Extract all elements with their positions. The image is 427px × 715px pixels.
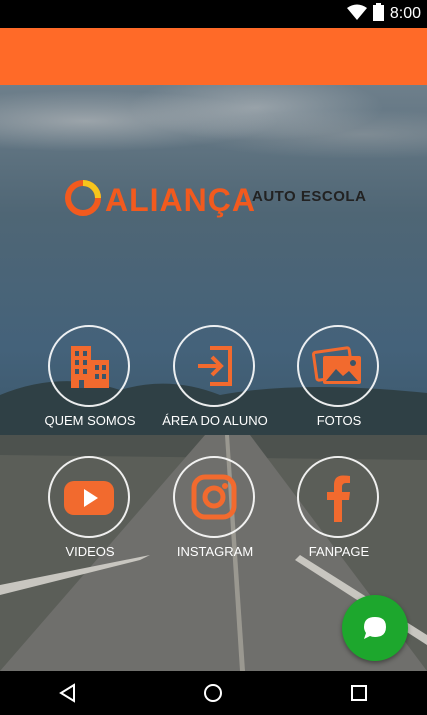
photos-icon <box>311 346 361 384</box>
menu-circle <box>173 325 255 407</box>
menu-item-label: INSTAGRAM <box>176 544 254 559</box>
instagram-icon <box>191 474 237 520</box>
building-icon <box>71 346 109 388</box>
menu-item-label: QUEM SOMOS <box>44 413 136 428</box>
status-icons: 8:00 <box>346 2 421 26</box>
menu-item-fotos[interactable]: FOTOS <box>279 325 399 435</box>
facebook-icon <box>327 475 350 522</box>
menu-circle <box>297 456 379 538</box>
brand-logo: ALIANÇA AUTO ESCOLA <box>60 175 370 225</box>
back-icon <box>59 683 75 703</box>
back-button[interactable] <box>54 679 82 707</box>
menu-item-label: FANPAGE <box>308 544 370 559</box>
chat-fab-button[interactable] <box>342 595 408 661</box>
home-icon <box>204 684 222 702</box>
wifi-icon <box>346 4 367 25</box>
logo-name: ALIANÇA <box>105 182 256 218</box>
menu-item-area-do-aluno[interactable]: ÁREA DO ALUNO <box>155 325 275 435</box>
menu-item-label: FOTOS <box>316 413 362 428</box>
menu-circle <box>48 456 130 538</box>
menu-circle <box>173 456 255 538</box>
menu-circle <box>297 325 379 407</box>
menu-item-videos[interactable]: VIDEOS <box>30 456 150 566</box>
menu-item-quem-somos[interactable]: QUEM SOMOS <box>30 325 150 435</box>
logo-subtitle: AUTO ESCOLA <box>252 188 367 205</box>
background-clouds <box>0 85 427 175</box>
app-bar <box>0 28 427 85</box>
recents-icon <box>351 685 367 701</box>
menu-item-fanpage[interactable]: FANPAGE <box>279 456 399 566</box>
main-content: ALIANÇA AUTO ESCOLA QUEM SOMOS ÁREA DO A… <box>0 85 427 671</box>
chat-icon <box>364 617 386 639</box>
battery-icon <box>372 2 384 26</box>
home-button[interactable] <box>199 679 227 707</box>
logo-ring-icon <box>65 180 101 216</box>
status-bar: 8:00 <box>0 0 427 28</box>
navigation-bar <box>0 671 427 715</box>
youtube-icon <box>64 481 114 515</box>
menu-item-label: ÁREA DO ALUNO <box>162 413 268 428</box>
recents-button[interactable] <box>345 679 373 707</box>
menu-circle <box>48 325 130 407</box>
status-time: 8:00 <box>389 5 421 22</box>
menu-item-instagram[interactable]: INSTAGRAM <box>155 456 275 566</box>
login-icon <box>198 346 232 386</box>
menu-item-label: VIDEOS <box>65 544 115 559</box>
